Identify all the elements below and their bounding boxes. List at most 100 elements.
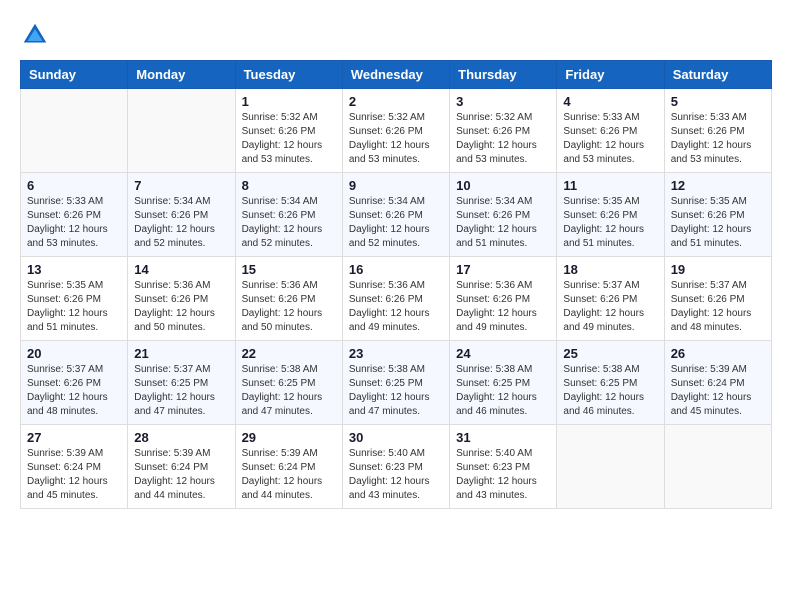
day-info: Sunrise: 5:39 AMSunset: 6:24 PMDaylight:… — [27, 447, 121, 503]
calendar-cell: 6Sunrise: 5:33 AMSunset: 6:26 PMDaylight… — [21, 173, 128, 257]
calendar-cell: 16 Sunrise: 5:36 AMSunset: 6:26 PMDayligh… — [342, 257, 449, 341]
day-info: Sunrise: 5:33 AMSunset: 6:26 PMDaylight:… — [563, 111, 657, 167]
day-info: Sunrise: 5:38 AMSunset: 6:25 PMDaylight:… — [456, 363, 550, 419]
day-number: 16 — [349, 262, 443, 277]
calendar-cell: 29 Sunrise: 5:39 AMSunset: 6:24 PMDayligh… — [235, 425, 342, 509]
calendar-cell: 3 Sunrise: 5:32 AMSunset: 6:26 PMDaylight… — [450, 89, 557, 173]
calendar-cell — [128, 89, 235, 173]
logo-icon — [20, 20, 50, 50]
calendar-cell: 21Sunrise: 5:37 AMSunset: 6:25 PMDayligh… — [128, 341, 235, 425]
day-info: Sunrise: 5:39 AMSunset: 6:24 PMDaylight:… — [242, 447, 336, 503]
day-number: 27 — [27, 430, 121, 445]
day-number: 7 — [134, 178, 228, 193]
weekday-header: Wednesday — [342, 61, 449, 89]
day-number: 4 — [563, 94, 657, 109]
day-number: 15 — [242, 262, 336, 277]
calendar-cell: 18 Sunrise: 5:37 AMSunset: 6:26 PMDayligh… — [557, 257, 664, 341]
calendar-week-row: 27 Sunrise: 5:39 AMSunset: 6:24 PMDayligh… — [21, 425, 772, 509]
calendar-cell: 20Sunrise: 5:37 AMSunset: 6:26 PMDayligh… — [21, 341, 128, 425]
calendar-week-row: 20Sunrise: 5:37 AMSunset: 6:26 PMDayligh… — [21, 341, 772, 425]
weekday-header: Sunday — [21, 61, 128, 89]
day-info: Sunrise: 5:32 AMSunset: 6:26 PMDaylight:… — [349, 111, 443, 167]
day-info: Sunrise: 5:34 AMSunset: 6:26 PMDaylight:… — [242, 195, 336, 251]
day-info: Sunrise: 5:36 AMSunset: 6:26 PMDaylight:… — [134, 279, 228, 335]
day-info: Sunrise: 5:36 AMSunset: 6:26 PMDaylight:… — [349, 279, 443, 335]
calendar-cell: 10 Sunrise: 5:34 AMSunset: 6:26 PMDayligh… — [450, 173, 557, 257]
day-info: Sunrise: 5:35 AMSunset: 6:26 PMDaylight:… — [563, 195, 657, 251]
calendar-cell: 12 Sunrise: 5:35 AMSunset: 6:26 PMDayligh… — [664, 173, 771, 257]
day-info: Sunrise: 5:35 AMSunset: 6:26 PMDaylight:… — [671, 195, 765, 251]
calendar-cell: 30 Sunrise: 5:40 AMSunset: 6:23 PMDayligh… — [342, 425, 449, 509]
calendar-cell: 4 Sunrise: 5:33 AMSunset: 6:26 PMDaylight… — [557, 89, 664, 173]
calendar-cell: 27 Sunrise: 5:39 AMSunset: 6:24 PMDayligh… — [21, 425, 128, 509]
day-number: 6 — [27, 178, 121, 193]
day-info: Sunrise: 5:38 AMSunset: 6:25 PMDaylight:… — [349, 363, 443, 419]
day-info: Sunrise: 5:36 AMSunset: 6:26 PMDaylight:… — [242, 279, 336, 335]
calendar-cell: 15 Sunrise: 5:36 AMSunset: 6:26 PMDayligh… — [235, 257, 342, 341]
day-number: 25 — [563, 346, 657, 361]
day-info: Sunrise: 5:39 AMSunset: 6:24 PMDaylight:… — [671, 363, 765, 419]
day-number: 13 — [27, 262, 121, 277]
calendar-cell: 11 Sunrise: 5:35 AMSunset: 6:26 PMDayligh… — [557, 173, 664, 257]
day-number: 30 — [349, 430, 443, 445]
day-info: Sunrise: 5:32 AMSunset: 6:26 PMDaylight:… — [242, 111, 336, 167]
day-number: 23 — [349, 346, 443, 361]
day-number: 22 — [242, 346, 336, 361]
weekday-header: Saturday — [664, 61, 771, 89]
day-number: 14 — [134, 262, 228, 277]
day-number: 9 — [349, 178, 443, 193]
calendar-cell: 9 Sunrise: 5:34 AMSunset: 6:26 PMDaylight… — [342, 173, 449, 257]
logo — [20, 20, 54, 50]
calendar-cell: 22Sunrise: 5:38 AMSunset: 6:25 PMDayligh… — [235, 341, 342, 425]
day-info: Sunrise: 5:39 AMSunset: 6:24 PMDaylight:… — [134, 447, 228, 503]
day-info: Sunrise: 5:40 AMSunset: 6:23 PMDaylight:… — [456, 447, 550, 503]
day-number: 18 — [563, 262, 657, 277]
calendar-cell — [557, 425, 664, 509]
calendar-header-row: SundayMondayTuesdayWednesdayThursdayFrid… — [21, 61, 772, 89]
weekday-header: Monday — [128, 61, 235, 89]
day-number: 31 — [456, 430, 550, 445]
calendar-week-row: 1 Sunrise: 5:32 AMSunset: 6:26 PMDaylight… — [21, 89, 772, 173]
day-number: 11 — [563, 178, 657, 193]
calendar-cell — [21, 89, 128, 173]
day-number: 12 — [671, 178, 765, 193]
day-info: Sunrise: 5:37 AMSunset: 6:26 PMDaylight:… — [27, 363, 121, 419]
calendar: SundayMondayTuesdayWednesdayThursdayFrid… — [20, 60, 772, 509]
calendar-cell: 17 Sunrise: 5:36 AMSunset: 6:26 PMDayligh… — [450, 257, 557, 341]
day-info: Sunrise: 5:37 AMSunset: 6:26 PMDaylight:… — [671, 279, 765, 335]
day-info: Sunrise: 5:40 AMSunset: 6:23 PMDaylight:… — [349, 447, 443, 503]
day-number: 8 — [242, 178, 336, 193]
calendar-cell: 23 Sunrise: 5:38 AMSunset: 6:25 PMDayligh… — [342, 341, 449, 425]
calendar-cell: 19 Sunrise: 5:37 AMSunset: 6:26 PMDayligh… — [664, 257, 771, 341]
day-info: Sunrise: 5:35 AMSunset: 6:26 PMDaylight:… — [27, 279, 121, 335]
day-number: 17 — [456, 262, 550, 277]
weekday-header: Friday — [557, 61, 664, 89]
calendar-cell: 2 Sunrise: 5:32 AMSunset: 6:26 PMDaylight… — [342, 89, 449, 173]
calendar-cell: 24 Sunrise: 5:38 AMSunset: 6:25 PMDayligh… — [450, 341, 557, 425]
day-number: 28 — [134, 430, 228, 445]
calendar-week-row: 13 Sunrise: 5:35 AMSunset: 6:26 PMDayligh… — [21, 257, 772, 341]
day-info: Sunrise: 5:37 AMSunset: 6:25 PMDaylight:… — [134, 363, 228, 419]
calendar-cell: 13 Sunrise: 5:35 AMSunset: 6:26 PMDayligh… — [21, 257, 128, 341]
day-number: 10 — [456, 178, 550, 193]
day-number: 26 — [671, 346, 765, 361]
day-number: 19 — [671, 262, 765, 277]
day-info: Sunrise: 5:32 AMSunset: 6:26 PMDaylight:… — [456, 111, 550, 167]
day-info: Sunrise: 5:34 AMSunset: 6:26 PMDaylight:… — [349, 195, 443, 251]
day-number: 3 — [456, 94, 550, 109]
day-info: Sunrise: 5:34 AMSunset: 6:26 PMDaylight:… — [456, 195, 550, 251]
day-number: 24 — [456, 346, 550, 361]
day-info: Sunrise: 5:37 AMSunset: 6:26 PMDaylight:… — [563, 279, 657, 335]
calendar-cell: 7 Sunrise: 5:34 AMSunset: 6:26 PMDaylight… — [128, 173, 235, 257]
day-number: 29 — [242, 430, 336, 445]
calendar-cell — [664, 425, 771, 509]
weekday-header: Tuesday — [235, 61, 342, 89]
day-info: Sunrise: 5:36 AMSunset: 6:26 PMDaylight:… — [456, 279, 550, 335]
day-number: 1 — [242, 94, 336, 109]
calendar-cell: 31 Sunrise: 5:40 AMSunset: 6:23 PMDayligh… — [450, 425, 557, 509]
page-header — [20, 20, 772, 50]
day-info: Sunrise: 5:34 AMSunset: 6:26 PMDaylight:… — [134, 195, 228, 251]
day-number: 2 — [349, 94, 443, 109]
calendar-week-row: 6Sunrise: 5:33 AMSunset: 6:26 PMDaylight… — [21, 173, 772, 257]
calendar-cell: 14 Sunrise: 5:36 AMSunset: 6:26 PMDayligh… — [128, 257, 235, 341]
